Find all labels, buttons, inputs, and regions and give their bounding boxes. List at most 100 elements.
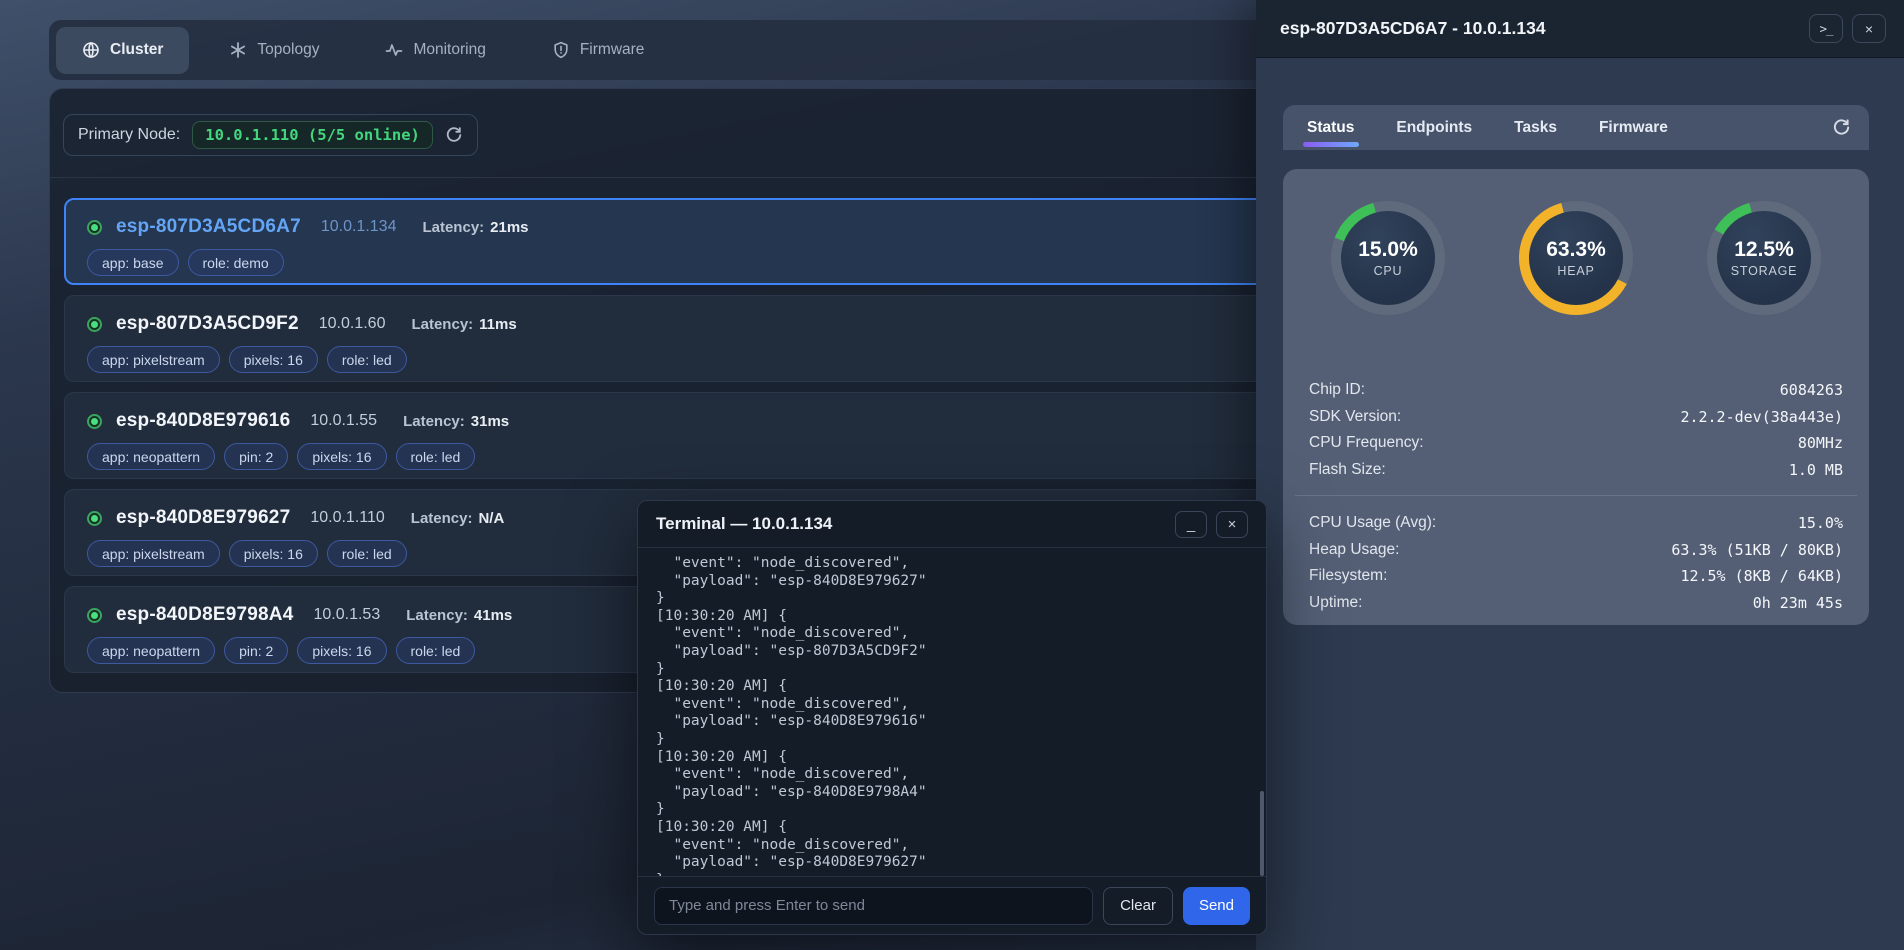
page: Cluster Topology Monitoring Firmware Primar…: [0, 0, 1904, 950]
terminal-line: "event": "node_discovered",: [656, 696, 1248, 714]
nav-tab-firmware[interactable]: Firmware: [526, 27, 671, 74]
node-detail-panel: esp-807D3A5CD6A7 - 10.0.1.134 >_ × Statu…: [1256, 0, 1904, 950]
online-status-dot: [91, 612, 98, 619]
node-latency-value: 31ms: [471, 413, 509, 430]
terminal-scrollbar-thumb[interactable]: [1260, 791, 1264, 876]
nav-tab-label: Monitoring: [413, 41, 485, 59]
gauge-storage: 12.5% STORAGE: [1707, 201, 1821, 315]
terminal-line: "payload": "esp-840D8E979616": [656, 713, 1248, 731]
detail-row-label: CPU Usage (Avg):: [1309, 514, 1436, 532]
detail-row-value: 12.5% (8KB / 64KB): [1680, 567, 1843, 585]
detail-row-value: 6084263: [1780, 381, 1843, 399]
gauge-label: HEAP: [1557, 264, 1594, 278]
detail-row-value: 2.2.2-dev(38a443e): [1680, 408, 1843, 426]
node-tag: pixels: 16: [297, 443, 386, 470]
tab-firmware[interactable]: Firmware: [1599, 105, 1668, 150]
node-tag: app: base: [87, 249, 179, 276]
node-tag: role: demo: [188, 249, 284, 276]
node-latency-label: Latency:: [422, 219, 484, 236]
nav-tab-cluster[interactable]: Cluster: [56, 27, 189, 74]
node-latency-value: 21ms: [490, 219, 528, 236]
terminal-line: "event": "node_discovered",: [656, 555, 1248, 573]
detail-header: esp-807D3A5CD6A7 - 10.0.1.134 >_ ×: [1256, 0, 1904, 58]
terminal-line: "event": "node_discovered",: [656, 625, 1248, 643]
node-ip: 10.0.1.55: [310, 412, 377, 430]
terminal-input[interactable]: [654, 887, 1093, 925]
node-latency-label: Latency:: [406, 607, 468, 624]
terminal-line: "payload": "esp-807D3A5CD9F2": [656, 643, 1248, 661]
open-terminal-button[interactable]: >_: [1809, 14, 1843, 43]
node-name: esp-807D3A5CD9F2: [116, 313, 299, 335]
nav-tab-label: Firmware: [580, 41, 645, 59]
close-button[interactable]: ×: [1216, 511, 1248, 538]
detail-row-label: Chip ID:: [1309, 381, 1365, 399]
status-card: 15.0%CPU 63.3% HEAP 12.5% STORAGE Chip ID: 60…: [1283, 169, 1869, 625]
terminal-line: [10:30:20 AM] {: [656, 608, 1248, 626]
gauge-value: 63.3%: [1546, 238, 1606, 262]
primary-node-badge: 10.0.1.110 (5/5 online): [192, 121, 433, 149]
detail-row: SDK Version: 2.2.2-dev(38a443e): [1309, 404, 1843, 431]
node-ip: 10.0.1.110: [310, 509, 384, 527]
primary-node-label: Primary Node:: [78, 126, 180, 144]
detail-row-label: Flash Size:: [1309, 461, 1386, 479]
detail-row: Uptime:0h 23m 45s: [1309, 590, 1843, 617]
terminal-line: "event": "node_discovered",: [656, 766, 1248, 784]
gauge-face: 12.5% STORAGE: [1717, 211, 1811, 305]
gauges: 15.0%CPU 63.3% HEAP 12.5% STORAGE: [1283, 169, 1869, 315]
clear-button[interactable]: Clear: [1103, 887, 1173, 925]
terminal-output[interactable]: "event": "node_discovered", "payload": "…: [638, 548, 1266, 876]
nav-tab-topology[interactable]: Topology: [203, 27, 345, 74]
refresh-icon[interactable]: [445, 126, 463, 144]
node-tag: pixels: 16: [229, 346, 318, 373]
node-tag: app: neopattern: [87, 637, 215, 664]
node-latency: Latency:N/A: [411, 510, 505, 527]
node-tag: app: pixelstream: [87, 540, 220, 567]
detail-row-value: 1.0 MB: [1789, 461, 1843, 479]
terminal-line: "event": "node_discovered",: [656, 837, 1248, 855]
refresh-icon[interactable]: [1832, 118, 1851, 137]
node-latency-value: 11ms: [479, 316, 517, 333]
active-tab-underline: [1303, 142, 1359, 147]
terminal-icon: >_: [1819, 21, 1832, 36]
terminal-input-row: Clear Send: [638, 876, 1266, 934]
nav-tab-monitoring[interactable]: Monitoring: [359, 27, 511, 74]
terminal-line: }: [656, 731, 1248, 749]
gauge-face: 15.0%CPU: [1341, 211, 1435, 305]
node-latency-label: Latency:: [411, 316, 473, 333]
nav-tab-label: Topology: [257, 41, 319, 59]
node-name: esp-807D3A5CD6A7: [116, 216, 301, 238]
divider: [1295, 495, 1857, 496]
gauge-cpu: 15.0%CPU: [1331, 201, 1445, 315]
detail-row-label: SDK Version:: [1309, 408, 1401, 426]
node-latency-label: Latency:: [403, 413, 465, 430]
usage-rows: CPU Usage (Avg):15.0%Heap Usage:63.3% (5…: [1283, 510, 1869, 616]
node-latency-value: N/A: [478, 510, 504, 527]
tab-status[interactable]: Status: [1307, 105, 1354, 150]
minimize-button[interactable]: _: [1175, 511, 1207, 538]
nav-items: Cluster Topology Monitoring Firmware: [56, 27, 670, 74]
detail-row-value: 15.0%: [1798, 514, 1843, 532]
node-tag: pin: 2: [224, 637, 288, 664]
node-name: esp-840D8E979616: [116, 410, 290, 432]
close-icon[interactable]: ×: [1852, 14, 1886, 43]
tab-endpoints[interactable]: Endpoints: [1396, 105, 1472, 150]
detail-row: CPU Frequency:80MHz: [1309, 430, 1843, 457]
send-button[interactable]: Send: [1183, 887, 1250, 925]
primary-node-bar: Primary Node: 10.0.1.110 (5/5 online): [63, 114, 478, 156]
gauge-label: STORAGE: [1731, 264, 1798, 278]
node-tag: pixels: 16: [229, 540, 318, 567]
gauge-value: 12.5%: [1734, 238, 1794, 262]
node-latency: Latency: 41ms: [406, 607, 512, 624]
detail-tabbar: Status Endpoints Tasks Firmware: [1283, 105, 1869, 150]
tab-tasks[interactable]: Tasks: [1514, 105, 1557, 150]
terminal-header[interactable]: Terminal — 10.0.1.134 _ ×: [638, 501, 1266, 548]
node-tag: role: led: [327, 346, 407, 373]
detail-row: Flash Size: 1.0 MB: [1309, 457, 1843, 484]
node-tag: role: led: [396, 443, 476, 470]
node-latency-value: 41ms: [474, 607, 512, 624]
online-status-dot: [91, 224, 98, 231]
node-tag: role: led: [327, 540, 407, 567]
detail-tabs: Status Endpoints Tasks Firmware: [1307, 105, 1710, 150]
detail-row: Filesystem:12.5% (8KB / 64KB): [1309, 563, 1843, 590]
tab-label: Tasks: [1514, 119, 1557, 137]
